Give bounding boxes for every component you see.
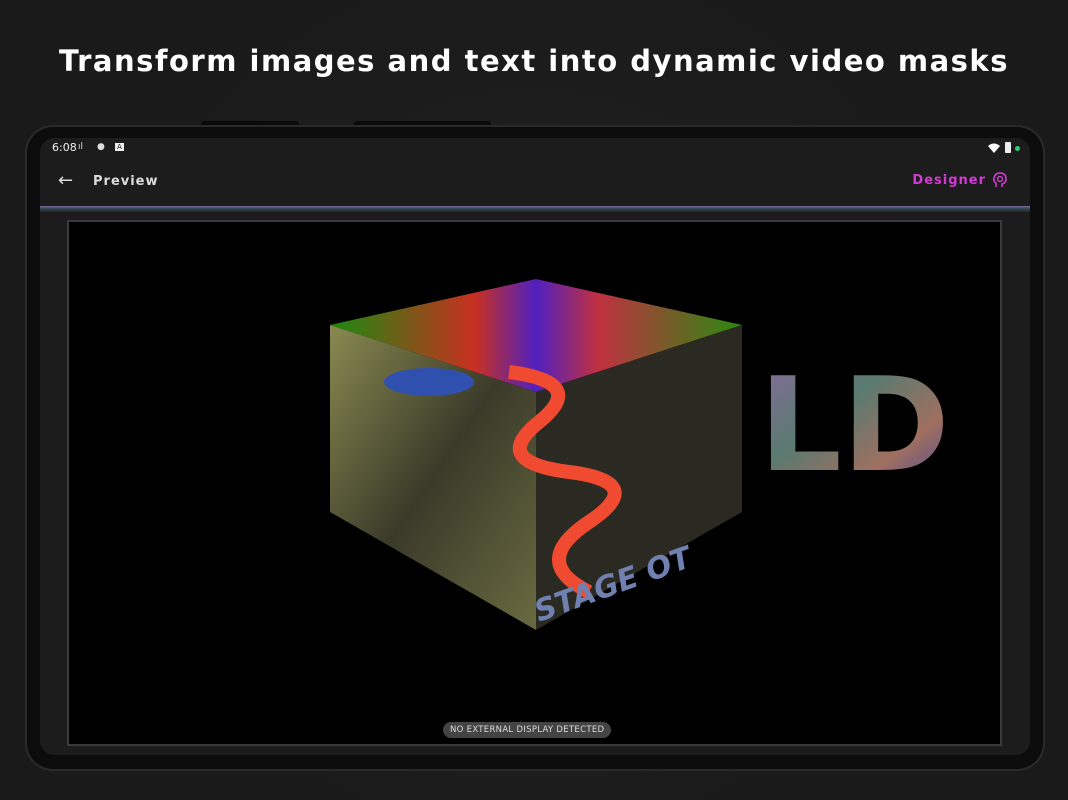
cube-eye: [384, 368, 474, 396]
arrow-left-icon[interactable]: ←: [58, 170, 73, 191]
battery-icon: [1005, 142, 1011, 153]
a-icon: A: [115, 143, 124, 151]
status-bar: 6:08 ıl ● A: [40, 138, 1030, 158]
signal-bars-icon: ıl: [78, 142, 84, 152]
ld-mask-text: LD: [759, 349, 950, 501]
status-time: 6:08: [52, 141, 77, 154]
app-bar-divider: [40, 206, 1030, 212]
page-title: Preview: [93, 174, 159, 189]
headline: Transform images and text into dynamic v…: [59, 44, 1009, 78]
designer-button[interactable]: Designer: [912, 172, 1008, 188]
notification-icon: ●: [97, 142, 105, 152]
status-dot: [1015, 146, 1020, 151]
head-swirl-icon: [992, 172, 1007, 187]
preview-canvas[interactable]: STAGE OT LD NO EXTERNAL DISPLAY DETECTED: [67, 220, 1002, 746]
designer-label: Designer: [912, 172, 986, 188]
external-display-notice: NO EXTERNAL DISPLAY DETECTED: [443, 722, 612, 738]
wifi-icon: [988, 143, 1000, 153]
screen: 6:08 ıl ● A ← Preview Designer STAGE OT …: [40, 138, 1030, 755]
tablet-frame: 6:08 ıl ● A ← Preview Designer STAGE OT …: [27, 127, 1043, 769]
app-bar: ← Preview Designer: [40, 158, 1030, 206]
preview-artwork: STAGE OT LD: [330, 279, 950, 630]
cube: STAGE OT: [330, 279, 742, 630]
